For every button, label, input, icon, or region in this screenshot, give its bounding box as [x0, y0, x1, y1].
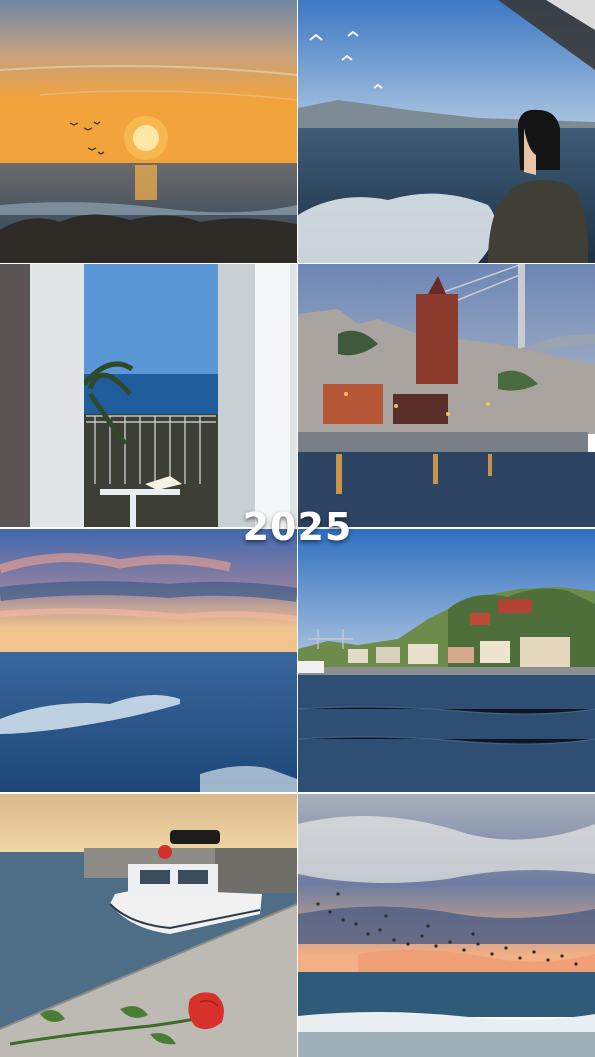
photo-balcony-view — [0, 264, 297, 527]
photo-ferry-deck — [298, 0, 595, 263]
photo-boat-rose — [0, 794, 297, 1057]
photo-sunset-sea — [0, 0, 297, 263]
photo-hillside-village — [298, 529, 595, 792]
photo-pastel-waves — [0, 529, 297, 792]
photo-birds-sunset-beach — [298, 794, 595, 1057]
photo-waterfront-city — [298, 264, 595, 527]
year-title: 2025 — [242, 505, 353, 549]
